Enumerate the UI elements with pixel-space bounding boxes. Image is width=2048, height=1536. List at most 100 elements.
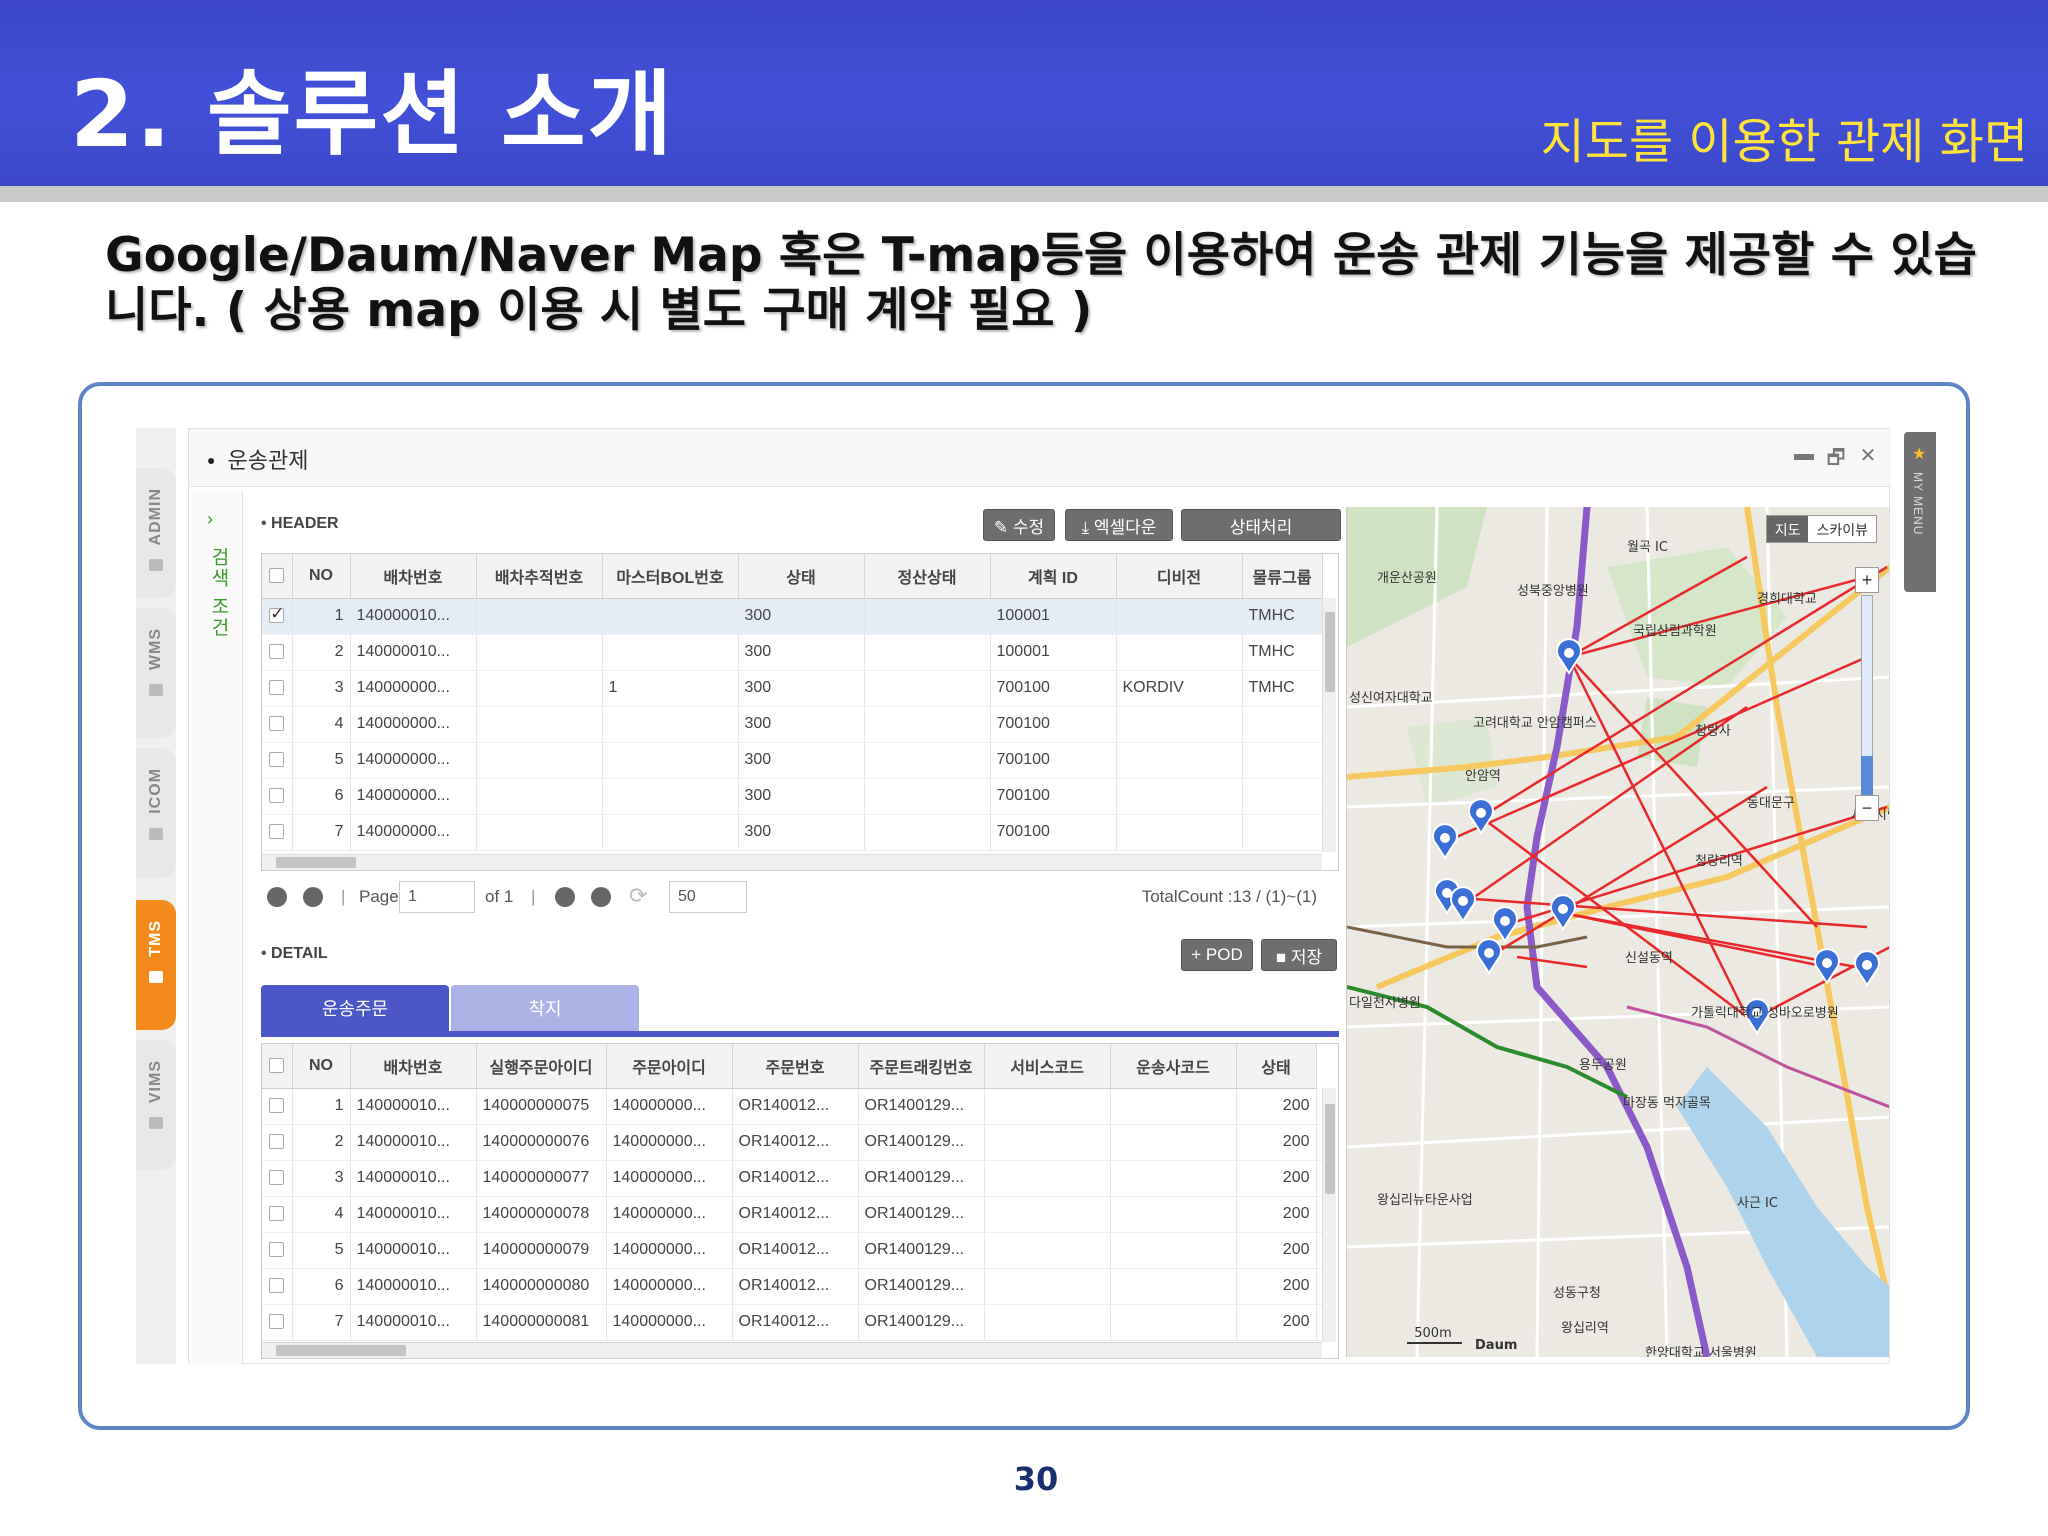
- table-row[interactable]: 3 140000000... 1 300 700100 KORDIV TMHC: [262, 670, 1336, 707]
- col-dispatch-no[interactable]: 배차번호: [350, 554, 477, 599]
- tab-destination[interactable]: 착지: [451, 985, 639, 1031]
- row-checkbox[interactable]: [262, 1232, 293, 1269]
- table-row[interactable]: 1140000010... 300 100001 TMHC: [262, 598, 1336, 635]
- table-row[interactable]: 2 140000010... 140000000076 140000000... OR1…: [262, 1124, 1330, 1161]
- save-button[interactable]: ■ 저장: [1261, 939, 1337, 971]
- header-grid-vscrollbar[interactable]: [1322, 598, 1336, 852]
- map-canvas[interactable]: 개운산공원성북중앙병원국립산림과학원 경희대학교성신여자대학교고려대학교 안암캠퍼…: [1347, 507, 1889, 1357]
- route-map[interactable]: 개운산공원 성북중앙병원 국립산림과학원 경희대학교 성신여자대학교 고려대학교 안암캠퍼…: [1346, 507, 1889, 1357]
- row-checkbox[interactable]: [262, 634, 293, 671]
- row-checkbox[interactable]: [262, 778, 293, 815]
- col-no[interactable]: NO: [292, 554, 351, 599]
- my-menu-tab[interactable]: ★ MY MENU: [1904, 432, 1936, 592]
- page-size-select[interactable]: 50: [669, 881, 747, 913]
- header-grid-hscrollbar[interactable]: [262, 854, 1322, 870]
- place-label: 고려대학교 안암캠퍼스: [1473, 716, 1597, 731]
- row-checkbox[interactable]: [262, 742, 293, 779]
- scroll-thumb[interactable]: [276, 857, 356, 868]
- zoom-out-button[interactable]: −: [1855, 795, 1879, 821]
- module-icon: [149, 827, 163, 840]
- row-checkbox[interactable]: [262, 1124, 293, 1161]
- map-type-map-button[interactable]: 지도: [1766, 516, 1809, 542]
- cell-no: 6: [292, 1268, 351, 1305]
- side-tab-admin[interactable]: ADMIN: [136, 468, 176, 598]
- col-order-no[interactable]: 주문번호: [732, 1044, 859, 1089]
- table-row[interactable]: 4 140000010... 140000000078 140000000... OR1…: [262, 1196, 1330, 1233]
- row-checkbox[interactable]: [262, 670, 293, 707]
- table-row[interactable]: 3 140000010... 140000000077 140000000... OR1…: [262, 1160, 1330, 1197]
- row-checkbox[interactable]: [262, 1160, 293, 1197]
- excel-download-button[interactable]: ⤓ 엑셀다운: [1065, 509, 1173, 541]
- zoom-in-button[interactable]: +: [1855, 567, 1879, 593]
- restore-icon[interactable]: 🗗: [1825, 443, 1847, 477]
- row-checkbox[interactable]: [262, 706, 293, 743]
- place-label: 가톨릭대학교 성바오로병원: [1691, 1006, 1839, 1021]
- cell-settle: [864, 634, 991, 671]
- cell-no: 1: [292, 1088, 351, 1125]
- map-type-skyview-button[interactable]: 스카이뷰: [1808, 516, 1876, 542]
- row-checkbox[interactable]: [262, 1268, 293, 1305]
- tab-transport-order[interactable]: 운송주문: [261, 985, 449, 1031]
- search-condition-panel[interactable]: › 검색 조건: [189, 491, 243, 1365]
- row-checkbox[interactable]: [262, 1304, 293, 1341]
- col-settle-status[interactable]: 정산상태: [864, 554, 991, 599]
- row-checkbox[interactable]: [262, 1196, 293, 1233]
- table-row[interactable]: 4 140000000... 300 700100: [262, 706, 1336, 743]
- last-page-icon[interactable]: [591, 887, 611, 907]
- table-row[interactable]: 1 140000010... 140000000075 140000000... OR1…: [262, 1088, 1330, 1125]
- row-checkbox[interactable]: [262, 598, 293, 635]
- refresh-icon[interactable]: ⟳: [629, 883, 647, 909]
- next-page-icon[interactable]: [555, 887, 575, 907]
- side-tab-vims[interactable]: VIMS: [136, 1040, 176, 1170]
- row-checkbox[interactable]: [262, 814, 293, 851]
- table-row[interactable]: 7 140000010... 140000000081 140000000... OR1…: [262, 1304, 1330, 1341]
- side-tab-wms[interactable]: WMS: [136, 608, 176, 738]
- table-row[interactable]: 6 140000010... 140000000080 140000000... OR1…: [262, 1268, 1330, 1305]
- col-service-code[interactable]: 서비스코드: [984, 1044, 1111, 1089]
- col-carrier-code[interactable]: 운송사코드: [1110, 1044, 1237, 1089]
- table-row[interactable]: 7 140000000... 300 700100: [262, 814, 1336, 851]
- detail-grid-vscrollbar[interactable]: [1322, 1088, 1336, 1342]
- cell-status: 200: [1236, 1232, 1317, 1269]
- select-all-checkbox[interactable]: [262, 1044, 293, 1089]
- prev-page-icon[interactable]: [303, 887, 323, 907]
- chevron-right-icon[interactable]: ›: [207, 509, 213, 530]
- table-row[interactable]: 5 140000010... 140000000079 140000000... OR1…: [262, 1232, 1330, 1269]
- scroll-thumb[interactable]: [276, 1345, 406, 1356]
- first-page-icon[interactable]: [267, 887, 287, 907]
- place-label: 청량리역: [1695, 854, 1743, 869]
- zoom-slider[interactable]: [1861, 595, 1873, 796]
- col-dispatch-no[interactable]: 배차번호: [350, 1044, 477, 1089]
- pod-button[interactable]: + POD: [1181, 939, 1253, 971]
- row-checkbox[interactable]: [262, 1088, 293, 1125]
- col-status[interactable]: 상태: [738, 554, 865, 599]
- scroll-thumb[interactable]: [1325, 1104, 1335, 1194]
- minimize-icon[interactable]: ▬: [1793, 443, 1815, 466]
- place-label: 사근 IC: [1737, 1196, 1778, 1211]
- col-exec-order-id[interactable]: 실행주문아이디: [476, 1044, 607, 1089]
- scroll-thumb[interactable]: [1325, 612, 1335, 692]
- table-row[interactable]: 6 140000000... 300 700100: [262, 778, 1336, 815]
- col-no[interactable]: NO: [292, 1044, 351, 1089]
- status-process-button[interactable]: 상태처리: [1181, 509, 1341, 541]
- col-division[interactable]: 디비전: [1116, 554, 1243, 599]
- detail-grid-hscrollbar[interactable]: [262, 1342, 1322, 1358]
- side-tab-tms[interactable]: TMS: [136, 900, 176, 1030]
- table-row[interactable]: 2 140000010... 300 100001 TMHC: [262, 634, 1336, 671]
- close-icon[interactable]: ✕: [1857, 443, 1879, 468]
- col-order-id[interactable]: 주문아이디: [606, 1044, 733, 1089]
- col-tracking-no[interactable]: 배차추적번호: [476, 554, 603, 599]
- cell-no: 7: [292, 814, 351, 851]
- col-status[interactable]: 상태: [1236, 1044, 1317, 1089]
- place-label: 동대문구: [1747, 796, 1795, 811]
- col-logistics-group[interactable]: 물류그룹: [1242, 554, 1323, 599]
- select-all-checkbox[interactable]: [262, 554, 293, 599]
- col-order-tracking-no[interactable]: 주문트래킹번호: [858, 1044, 985, 1089]
- col-master-bol[interactable]: 마스터BOL번호: [602, 554, 739, 599]
- page-number-input[interactable]: 1: [399, 881, 475, 913]
- col-plan-id[interactable]: 계획 ID: [990, 554, 1117, 599]
- table-row[interactable]: 5 140000000... 300 700100: [262, 742, 1336, 779]
- side-tab-icom[interactable]: ICOM: [136, 748, 176, 878]
- cell-order-no: OR140012...: [732, 1124, 859, 1161]
- edit-button[interactable]: ✎ 수정: [983, 509, 1055, 541]
